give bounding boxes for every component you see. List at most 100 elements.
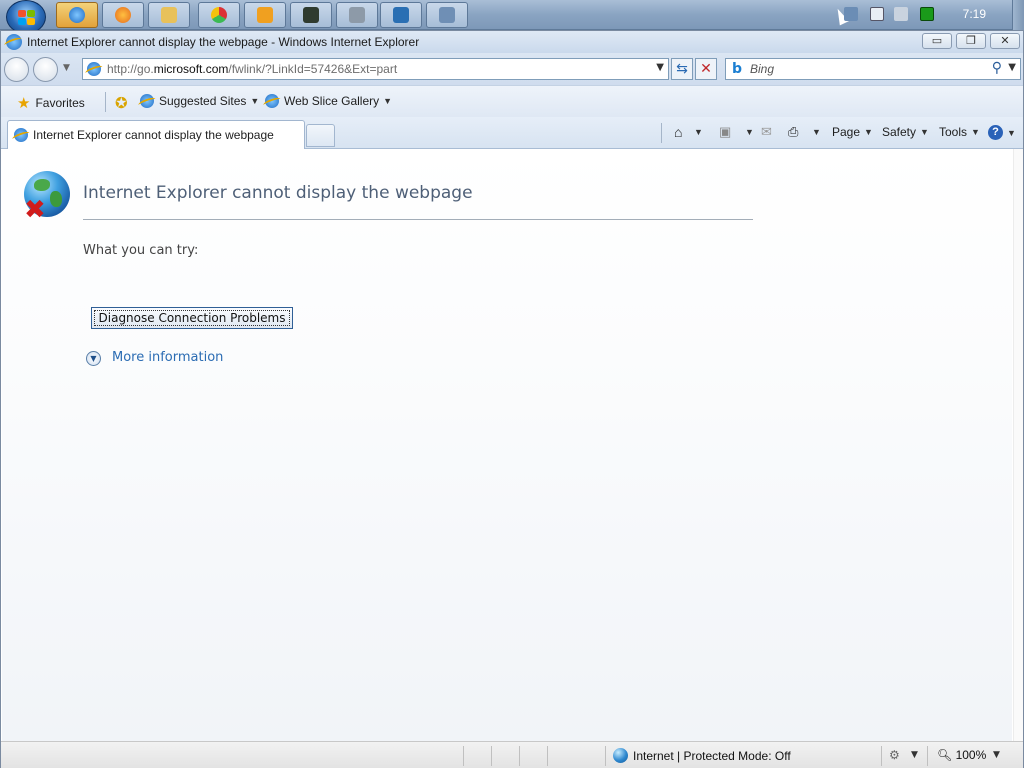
- windows-logo-icon: [18, 10, 36, 26]
- star-icon: ★: [17, 95, 31, 112]
- help-icon: ?: [988, 125, 1003, 140]
- print-button[interactable]: ⎙ ▼: [788, 125, 821, 139]
- tab-title: Internet Explorer cannot display the web…: [33, 128, 274, 142]
- diagnose-connection-button[interactable]: Diagnose Connection Problems: [91, 307, 293, 329]
- chevron-down-icon[interactable]: ▼: [911, 750, 918, 760]
- help-menu[interactable]: ? ▼: [988, 125, 1016, 140]
- close-button[interactable]: ✕: [990, 33, 1020, 49]
- protected-mode-icon[interactable]: ⚙: [889, 748, 900, 762]
- home-button[interactable]: ⌂ ▼: [674, 125, 703, 139]
- app-icon: [439, 7, 455, 23]
- forward-button[interactable]: [33, 57, 58, 82]
- error-title: Internet Explorer cannot display the web…: [83, 183, 473, 203]
- search-placeholder[interactable]: Bing: [750, 62, 774, 76]
- favorites-label: Favorites: [35, 96, 85, 110]
- chevron-down-icon[interactable]: ▼: [812, 127, 821, 137]
- security-zone[interactable]: Internet | Protected Mode: Off: [613, 748, 791, 763]
- terminal-taskbar-button[interactable]: [290, 2, 332, 28]
- page-menu[interactable]: Page ▼: [832, 125, 873, 139]
- search-box[interactable]: b Bing ⚲ ▼: [725, 58, 1021, 80]
- taskbar-scroll[interactable]: [1012, 0, 1024, 30]
- feeds-button[interactable]: ▣ ▼: [719, 125, 754, 139]
- ie-icon: [265, 94, 279, 108]
- back-button[interactable]: [4, 57, 29, 82]
- divider: [881, 746, 882, 766]
- address-bar[interactable]: http://go.microsoft.com/fwlink/?LinkId=5…: [82, 58, 669, 80]
- minimize-button[interactable]: ▭: [922, 33, 952, 49]
- try-label: What you can try:: [83, 243, 199, 258]
- add-favorite-star-icon: ✪: [115, 95, 128, 112]
- favorites-button[interactable]: ★ Favorites: [17, 94, 85, 112]
- app-taskbar-button[interactable]: [426, 2, 468, 28]
- chrome-icon: [211, 7, 227, 23]
- zoom-level[interactable]: 🔍︎ 100%: [937, 748, 986, 762]
- restore-button[interactable]: ❐: [956, 33, 986, 49]
- suggested-sites-button[interactable]: Suggested Sites ▼: [140, 94, 259, 108]
- ie-icon: [6, 34, 22, 50]
- window-taskbar-button[interactable]: [336, 2, 378, 28]
- ie-icon: [14, 128, 28, 142]
- page-icon: [87, 62, 101, 76]
- volume-muted-icon[interactable]: [894, 7, 908, 21]
- read-mail-button[interactable]: ✉: [761, 125, 777, 139]
- address-row: ▼ http://go.microsoft.com/fwlink/?LinkId…: [1, 53, 1023, 85]
- divider: [463, 746, 464, 766]
- search-icon[interactable]: ⚲: [992, 60, 1002, 76]
- clock[interactable]: 7:19: [963, 7, 986, 21]
- chevron-down-icon: ▼: [971, 127, 980, 137]
- stop-button[interactable]: ✕: [695, 58, 717, 80]
- chevron-down-icon[interactable]: ▼: [745, 127, 754, 137]
- firefox-taskbar-button[interactable]: [102, 2, 144, 28]
- chrome-taskbar-button[interactable]: [198, 2, 240, 28]
- explorer-taskbar-button[interactable]: [148, 2, 190, 28]
- browser-window: Internet Explorer cannot display the web…: [0, 30, 1024, 768]
- divider: [605, 746, 606, 766]
- favorites-bar: ★ Favorites ✪ Suggested Sites ▼ Web Slic…: [1, 85, 1023, 117]
- ie-icon: [69, 7, 85, 23]
- add-to-favorites-bar-button[interactable]: ✪: [115, 94, 133, 112]
- search-dropdown-icon[interactable]: ▼: [1008, 62, 1016, 73]
- divider: [83, 219, 753, 220]
- tools-menu-label: Tools: [939, 125, 968, 139]
- internet-zone-icon: [613, 748, 628, 763]
- chevron-down-icon[interactable]: ▼: [694, 127, 703, 137]
- ie-taskbar-button[interactable]: [56, 2, 98, 28]
- expand-chevron-icon[interactable]: ▼: [86, 351, 101, 366]
- system-tray: 7:19: [834, 0, 1024, 30]
- paint-taskbar-button[interactable]: [380, 2, 422, 28]
- error-x-icon: ✖: [24, 195, 46, 225]
- chevron-down-icon[interactable]: ▼: [993, 750, 1000, 760]
- new-tab-button[interactable]: [306, 124, 335, 147]
- more-information-link[interactable]: More information: [112, 350, 223, 365]
- divider: [661, 123, 662, 143]
- chevron-down-icon: ▼: [920, 127, 929, 137]
- bing-icon: b: [732, 61, 743, 77]
- url-text[interactable]: http://go.microsoft.com/fwlink/?LinkId=5…: [107, 62, 397, 76]
- chevron-down-icon: ▼: [864, 127, 873, 137]
- media-taskbar-button[interactable]: [244, 2, 286, 28]
- battery-icon[interactable]: [920, 7, 934, 21]
- web-slice-gallery-button[interactable]: Web Slice Gallery ▼: [265, 94, 392, 108]
- media-player-icon: [257, 7, 273, 23]
- tools-menu[interactable]: Tools ▼: [939, 125, 980, 139]
- refresh-button[interactable]: ⇆: [671, 58, 693, 80]
- title-bar[interactable]: Internet Explorer cannot display the web…: [1, 31, 1023, 53]
- divider: [519, 746, 520, 766]
- paint-icon: [393, 7, 409, 23]
- vertical-scrollbar[interactable]: [1013, 149, 1023, 741]
- recent-pages-dropdown-icon[interactable]: ▼: [63, 63, 70, 73]
- tab-row: Internet Explorer cannot display the web…: [1, 117, 1023, 149]
- safety-menu[interactable]: Safety ▼: [882, 125, 929, 139]
- mail-icon: ✉: [761, 124, 772, 139]
- document-icon[interactable]: [870, 7, 884, 21]
- page-menu-label: Page: [832, 125, 861, 139]
- tab-current[interactable]: Internet Explorer cannot display the web…: [7, 120, 305, 149]
- address-dropdown-icon[interactable]: ▼: [656, 62, 664, 73]
- suggested-sites-label: Suggested Sites: [159, 94, 247, 108]
- window-icon: [349, 7, 365, 23]
- chevron-down-icon: ▼: [250, 96, 260, 106]
- firefox-icon: [115, 7, 131, 23]
- terminal-icon: [303, 7, 319, 23]
- start-button[interactable]: [6, 0, 46, 34]
- network-icon[interactable]: [844, 7, 858, 21]
